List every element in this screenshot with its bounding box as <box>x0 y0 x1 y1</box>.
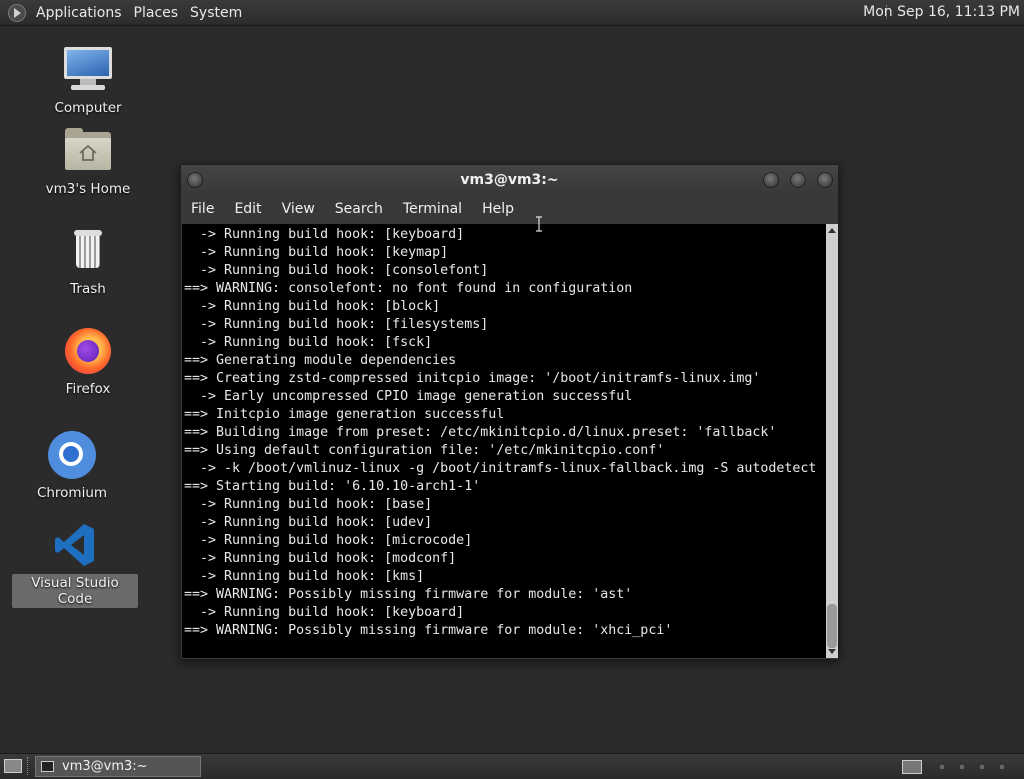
desktop-icon-firefox[interactable]: Firefox <box>33 326 143 398</box>
top-panel: Applications Places System Mon Sep 16, 1… <box>0 0 1024 26</box>
terminal-line: -> Running build hook: [microcode] <box>184 533 473 548</box>
terminal-line: -> Running build hook: [keyboard] <box>184 605 465 620</box>
terminal-line: -> Running build hook: [block] <box>184 299 441 314</box>
terminal-text: -> Running build hook: [keyboard] -> Run… <box>182 224 826 642</box>
menu-applications[interactable]: Applications <box>30 5 128 21</box>
taskbar-window-button[interactable]: vm3@vm3:~ <box>35 756 201 777</box>
terminal-window[interactable]: vm3@vm3:~ File Edit View Search Terminal… <box>180 164 839 660</box>
window-menu-icon[interactable] <box>187 172 203 188</box>
window-titlebar[interactable]: vm3@vm3:~ <box>181 165 838 195</box>
panel-separator <box>27 757 30 775</box>
desktop-icon-vscode[interactable]: Visual Studio Code <box>12 520 138 608</box>
terminal-line: ==> WARNING: Possibly missing firmware f… <box>184 623 673 638</box>
bottom-panel: vm3@vm3:~ <box>0 753 1024 779</box>
scroll-down-arrow-icon[interactable] <box>828 649 836 654</box>
menu-view[interactable]: View <box>272 201 325 217</box>
minimize-icon[interactable] <box>763 172 779 188</box>
terminal-menubar: File Edit View Search Terminal Help <box>181 195 838 223</box>
terminal-line: ==> Initcpio image generation successful <box>184 407 505 422</box>
terminal-line: -> Running build hook: [filesystems] <box>184 317 489 332</box>
desktop-icon-computer[interactable]: Computer <box>33 45 143 117</box>
show-desktop-icon[interactable] <box>4 759 22 773</box>
menu-file[interactable]: File <box>181 201 224 217</box>
computer-icon <box>63 45 113 95</box>
close-icon[interactable] <box>817 172 833 188</box>
terminal-line: ==> WARNING: consolefont: no font found … <box>184 281 633 296</box>
terminal-scrollbar[interactable] <box>826 224 838 658</box>
menu-places[interactable]: Places <box>128 5 185 21</box>
home-folder-icon <box>63 126 113 176</box>
vscode-icon <box>50 520 100 570</box>
desktop-icon-trash[interactable]: Trash <box>33 226 143 298</box>
workspace-switcher[interactable] <box>902 760 922 774</box>
distro-logo-icon[interactable] <box>8 3 26 22</box>
desktop-icon-label: Computer <box>54 100 122 116</box>
clock[interactable]: Mon Sep 16, 11:13 PM <box>863 4 1020 20</box>
menu-edit[interactable]: Edit <box>224 201 271 217</box>
terminal-line: ==> Creating zstd-compressed initcpio im… <box>184 371 761 386</box>
desktop-icon-home[interactable]: vm3's Home <box>33 126 143 198</box>
terminal-line: -> -k /boot/vmlinuz-linux -g /boot/initr… <box>184 461 817 476</box>
trash-icon <box>63 226 113 276</box>
desktop-icon-label: Trash <box>70 281 106 297</box>
desktop-icon-label: Visual Studio Code <box>12 574 138 608</box>
terminal-line: -> Running build hook: [kms] <box>184 569 425 584</box>
terminal-line: -> Running build hook: [modconf] <box>184 551 457 566</box>
terminal-line: ==> Starting build: '6.10.10-arch1-1' <box>184 479 481 494</box>
text-cursor-icon <box>536 216 542 232</box>
scroll-up-arrow-icon[interactable] <box>828 228 836 233</box>
terminal-line: -> Running build hook: [keyboard] <box>184 227 465 242</box>
terminal-line: -> Early uncompressed CPIO image generat… <box>184 389 633 404</box>
maximize-icon[interactable] <box>790 172 806 188</box>
workspace-indicators[interactable] <box>940 765 1020 769</box>
terminal-output[interactable]: -> Running build hook: [keyboard] -> Run… <box>182 224 826 658</box>
terminal-line: ==> Generating module dependencies <box>184 353 457 368</box>
window-title: vm3@vm3:~ <box>460 172 559 188</box>
chromium-icon <box>47 430 97 480</box>
menu-system[interactable]: System <box>184 5 248 21</box>
terminal-line: -> Running build hook: [base] <box>184 497 433 512</box>
desktop-icon-chromium[interactable]: Chromium <box>16 430 128 502</box>
desktop-icon-label: Chromium <box>36 485 108 501</box>
desktop-icon-label: Firefox <box>65 381 111 397</box>
menu-search[interactable]: Search <box>325 201 393 217</box>
terminal-line: -> Running build hook: [consolefont] <box>184 263 489 278</box>
terminal-line: -> Running build hook: [fsck] <box>184 335 433 350</box>
menu-help[interactable]: Help <box>472 201 524 217</box>
terminal-line: -> Running build hook: [keymap] <box>184 245 449 260</box>
scrollbar-thumb[interactable] <box>827 604 837 648</box>
terminal-line: -> Running build hook: [udev] <box>184 515 433 530</box>
firefox-icon <box>63 326 113 376</box>
menu-terminal[interactable]: Terminal <box>393 201 472 217</box>
desktop-icon-label: vm3's Home <box>45 181 131 197</box>
terminal-line: ==> Using default configuration file: '/… <box>184 443 665 458</box>
taskbar-window-label: vm3@vm3:~ <box>62 759 148 774</box>
terminal-line: ==> Building image from preset: /etc/mki… <box>184 425 777 440</box>
terminal-icon <box>41 761 54 772</box>
terminal-line: ==> WARNING: Possibly missing firmware f… <box>184 587 633 602</box>
